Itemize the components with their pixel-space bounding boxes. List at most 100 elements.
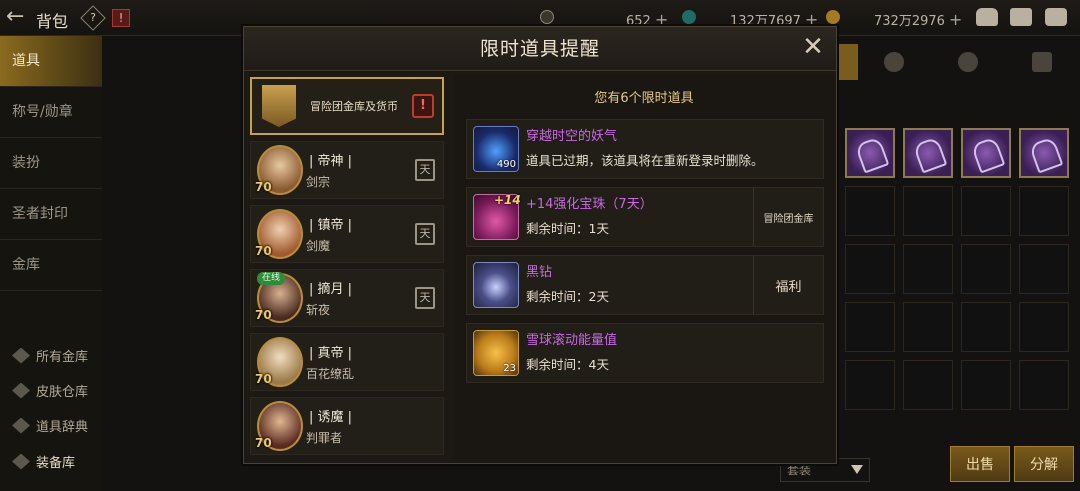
sidebar-item-avatar[interactable]: 装扮: [0, 138, 102, 189]
sidebar-sub-item-dictionary[interactable]: 道具辞典: [12, 416, 88, 435]
card-tab-icon[interactable]: [1032, 52, 1052, 72]
vault-icon: [12, 347, 30, 364]
item-name: 雪球滚动能量值: [526, 333, 618, 348]
item-list-pane: 您有6个限时道具 490 穿越时空的妖气 道具已过期，该道具将在重新登录时删除。…: [454, 75, 834, 459]
inventory-slot[interactable]: [845, 360, 895, 410]
currency-gold: 732万2976 +: [874, 10, 963, 29]
character-entry[interactable]: 70 | 真帝 | 百花缭乱: [250, 333, 444, 391]
sidebar-item-items[interactable]: 道具: [0, 36, 102, 87]
item-location-tag: 冒险团金库: [753, 188, 823, 246]
inventory-slot[interactable]: [961, 186, 1011, 236]
inventory-slot[interactable]: [1019, 128, 1069, 178]
limited-item-row[interactable]: +14 +14强化宝珠（7天） 剩余时间：1天 冒险团金库: [466, 187, 824, 247]
inventory-slot[interactable]: [903, 186, 953, 236]
limited-item-row[interactable]: 23 雪球滚动能量值 剩余时间：4天: [466, 323, 824, 383]
inventory-slot[interactable]: [961, 302, 1011, 352]
limited-item-row[interactable]: 490 穿越时空的妖气 道具已过期，该道具将在重新登录时删除。: [466, 119, 824, 179]
inventory-slot[interactable]: [845, 244, 895, 294]
item-status: 道具已过期，该道具将在重新登录时删除。: [526, 153, 764, 168]
inventory-slot[interactable]: [961, 128, 1011, 178]
level-badge: 70: [255, 180, 272, 194]
sidebar-sub-all-vaults[interactable]: 所有金库: [12, 346, 88, 365]
sidebar-sub-skin-storage[interactable]: 皮肤仓库: [12, 381, 88, 400]
character-entry[interactable]: 在线 70 | 摘月 | 斩夜 天: [250, 269, 444, 327]
inventory-slot[interactable]: [1019, 360, 1069, 410]
close-icon[interactable]: ✕: [800, 34, 826, 61]
character-name: | 真帝 |: [309, 346, 353, 361]
enhance-orb-icon: +14: [473, 193, 521, 240]
character-class: 剑宗: [306, 175, 331, 189]
item-count-text: 您有6个限时道具: [594, 91, 694, 106]
item-status: 剩余时间：1天: [526, 221, 609, 236]
limited-items-dialog: 限时道具提醒 ✕ 冒险团金库及货币 ! 70 | 帝神 | 剑宗 天 70 | …: [243, 26, 837, 464]
gold-icon: [826, 10, 840, 24]
mail-icon[interactable]: [1010, 8, 1032, 26]
item-location-tag: 福利: [753, 256, 823, 314]
character-class: 百花缭乱: [306, 367, 355, 381]
calendar-icon: 天: [415, 287, 435, 309]
inventory-slot[interactable]: [903, 360, 953, 410]
inventory-slot[interactable]: [961, 244, 1011, 294]
add-gold-button[interactable]: +: [949, 10, 962, 29]
character-name: | 摘月 |: [309, 282, 353, 297]
inventory-slot[interactable]: [903, 302, 953, 352]
inventory-slot[interactable]: [1019, 244, 1069, 294]
inventory-slot[interactable]: [1019, 302, 1069, 352]
alert-icon[interactable]: !: [112, 9, 130, 27]
character-entry[interactable]: 70 | 帝神 | 剑宗 天: [250, 141, 444, 199]
inventory-slot[interactable]: [845, 302, 895, 352]
sidebar-item-vault[interactable]: 金库: [0, 240, 102, 291]
item-status: 剩余时间：4天: [526, 357, 609, 372]
spirit-flame-icon: 490: [473, 126, 519, 172]
level-badge: 70: [255, 372, 272, 386]
help-icon[interactable]: ?: [80, 5, 106, 31]
item-status: 剩余时间：2天: [526, 289, 609, 304]
inventory-tabs: [838, 44, 1080, 80]
inventory-slot[interactable]: [845, 186, 895, 236]
calendar-icon: 天: [415, 159, 435, 181]
guild-vault-label: 冒险团金库及货币: [310, 100, 398, 113]
guild-vault-entry[interactable]: 冒险团金库及货币 !: [250, 77, 444, 135]
calendar-alert-icon: !: [412, 94, 434, 118]
inventory-slot[interactable]: [961, 360, 1011, 410]
disassemble-button[interactable]: 分解: [1014, 446, 1074, 482]
sidebar-sub-equipment[interactable]: 装备库: [12, 452, 75, 471]
chevron-down-icon: [851, 465, 863, 474]
calendar-icon: 天: [415, 223, 435, 245]
character-class: 判罪者: [306, 431, 343, 445]
item-name: 黑钻: [526, 265, 553, 280]
item-name: +14强化宝珠（7天）: [526, 197, 653, 212]
back-arrow-icon[interactable]: ←: [6, 6, 30, 30]
character-list: 冒险团金库及货币 ! 70 | 帝神 | 剑宗 天 70 | 镇帝 | 剑魔 天…: [250, 77, 450, 459]
chest-icon[interactable]: [976, 8, 998, 26]
character-class: 剑魔: [306, 239, 331, 253]
item-count: 490: [496, 159, 516, 170]
chat-icon[interactable]: [1045, 8, 1067, 26]
dialog-title: 限时道具提醒: [244, 27, 836, 71]
character-entry[interactable]: 70 | 镇帝 | 剑魔 天: [250, 205, 444, 263]
sidebar-item-seal[interactable]: 圣者封印: [0, 189, 102, 240]
character-name: | 帝神 |: [309, 154, 353, 169]
character-name: | 镇帝 |: [309, 218, 353, 233]
enhance-level-badge: +14: [494, 193, 521, 207]
item-name: 穿越时空的妖气: [526, 129, 618, 144]
equipment-icon: [12, 453, 30, 470]
inventory-slot[interactable]: [903, 244, 953, 294]
black-diamond-icon: [473, 262, 519, 308]
coin-icon: [540, 10, 554, 24]
gem-icon: [682, 10, 696, 24]
inventory-slot[interactable]: [903, 128, 953, 178]
character-entry[interactable]: 70 | 诱魔 | 判罪者: [250, 397, 444, 455]
inventory-slot[interactable]: [1019, 186, 1069, 236]
inventory-grid: [840, 124, 1080, 444]
material-tab-icon[interactable]: [958, 52, 978, 72]
sidebar-item-titles[interactable]: 称号/勋章: [0, 87, 102, 138]
level-badge: 70: [255, 436, 272, 450]
sell-button[interactable]: 出售: [950, 446, 1010, 482]
level-badge: 70: [255, 244, 272, 258]
potion-tab-icon[interactable]: [884, 52, 904, 72]
inventory-slot[interactable]: [845, 128, 895, 178]
tab-active-edge: [838, 44, 858, 80]
limited-item-row[interactable]: 黑钻 剩余时间：2天 福利: [466, 255, 824, 315]
skin-icon: [12, 382, 30, 399]
